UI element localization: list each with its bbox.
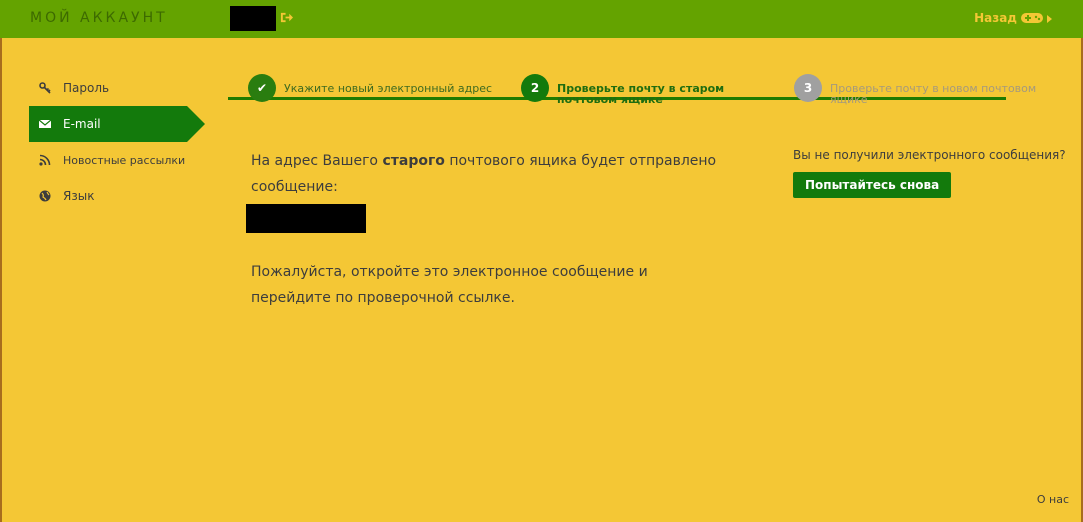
about-link[interactable]: О нас [1037, 493, 1069, 506]
main-content: На адрес Вашего старого почтового ящика … [246, 148, 731, 311]
globe-icon [39, 190, 51, 202]
step-2: 2 Проверьте почту в старом почтовом ящик… [521, 74, 777, 105]
sidebar-item-label: Пароль [63, 81, 110, 95]
sidebar-item-newsletters[interactable]: Новостные рассылки [29, 142, 205, 178]
rss-icon [39, 154, 51, 166]
top-bar: МОЙ АККАУНТ Назад [0, 0, 1083, 38]
check-icon: ✔ [248, 74, 276, 102]
brand-title: МОЙ АККАУНТ [30, 10, 168, 26]
sidebar-item-password[interactable]: Пароль [29, 70, 205, 106]
sidebar-item-label: E-mail [63, 117, 101, 131]
instruction-text: Пожалуйста, откройте это электронное соо… [251, 264, 648, 306]
progress-stepper: ✔ Укажите новый электронный адрес 2 Пров… [228, 72, 1036, 112]
gamepad-icon [1021, 13, 1043, 23]
step-1: ✔ Укажите новый электронный адрес [248, 74, 504, 102]
step-number: 2 [521, 74, 549, 102]
step-label: Проверьте почту в старом почтовом ящике [557, 82, 725, 106]
back-link[interactable]: Назад [974, 11, 1043, 25]
back-label: Назад [974, 11, 1017, 25]
retry-button[interactable]: Попытайтесь снова [793, 172, 952, 198]
step-label: Проверьте почту в новом почтовом ящике [830, 82, 1037, 106]
sidebar-item-language[interactable]: Язык [29, 178, 205, 214]
step-label: Укажите новый электронный адрес [284, 82, 493, 95]
sign-out-icon[interactable] [280, 11, 293, 24]
step-3: 3 Проверьте почту в новом почтовом ящике [794, 74, 1050, 105]
notice-text-pre: На адрес Вашего [251, 153, 383, 169]
step-number: 3 [794, 74, 822, 102]
redacted-email [246, 204, 366, 233]
sidebar-item-label: Новостные рассылки [63, 153, 186, 167]
sidebar: Пароль E-mail Новостные рассылки Язык [29, 70, 205, 214]
sidebar-item-email[interactable]: E-mail [29, 106, 205, 142]
envelope-icon [39, 119, 51, 128]
sent-notice: На адрес Вашего старого почтового ящика … [251, 148, 731, 200]
sidebar-item-label: Язык [63, 189, 95, 203]
resend-question: Вы не получили электронного сообщения? [793, 148, 1066, 162]
resend-panel: Вы не получили электронного сообщения? П… [793, 148, 1066, 198]
chevron-right-icon [1047, 15, 1052, 23]
frame-border-left [0, 38, 2, 522]
notice-text-bold: старого [382, 153, 445, 169]
key-icon [39, 82, 51, 94]
redacted-username [230, 6, 276, 31]
